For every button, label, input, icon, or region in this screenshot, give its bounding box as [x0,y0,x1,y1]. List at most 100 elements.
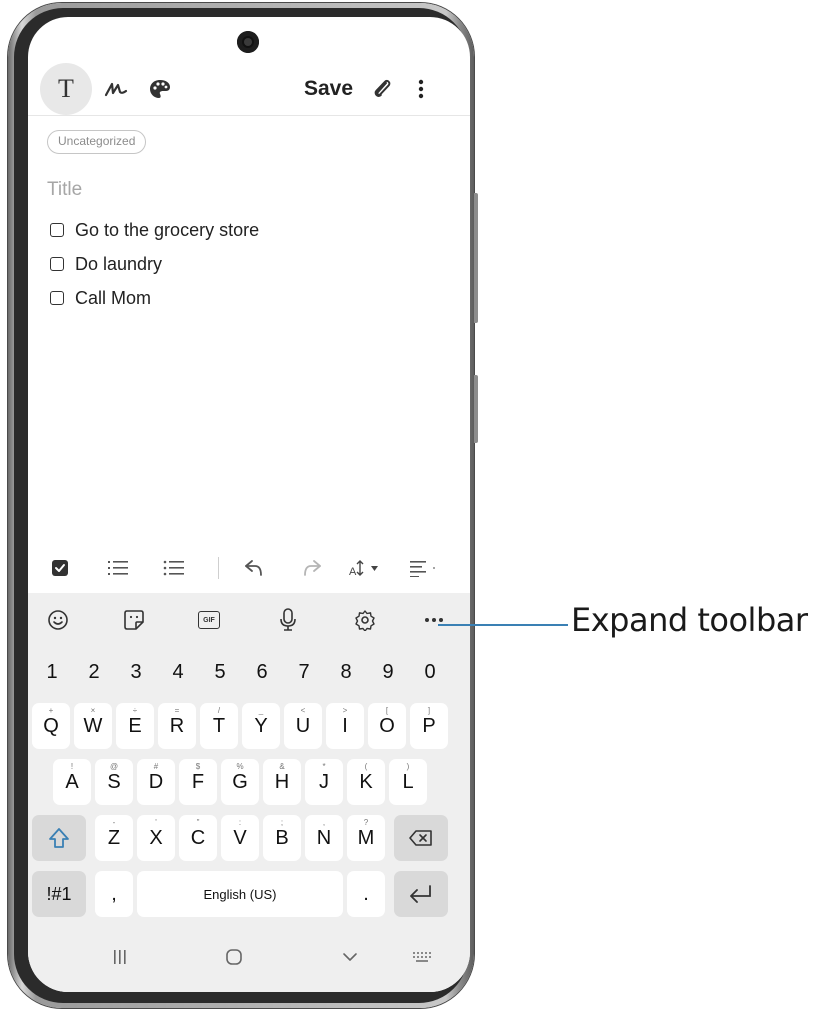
key-o[interactable]: [O [368,703,406,749]
comma-key[interactable]: , [95,871,133,917]
key-t[interactable]: / T [200,703,238,749]
checkbox[interactable] [50,291,64,305]
key-6[interactable]: 6 [242,649,282,695]
key-label: I [342,714,348,737]
key-p[interactable]: ] P [410,703,448,749]
key-7[interactable]: 7 [284,649,324,695]
key-hint: @ [109,762,119,771]
svg-text:A: A [349,566,357,578]
key-hint: & [279,762,285,771]
format-toolbar: A [28,540,470,596]
more-options-icon[interactable] [406,61,436,117]
save-button[interactable]: Save [304,61,353,117]
checkbox[interactable] [50,223,64,237]
key-k[interactable]: (K [347,759,385,805]
key-hint: ] [427,706,431,715]
backspace-key[interactable] [394,815,448,861]
period-key[interactable]: . [347,871,385,917]
checklist-item[interactable]: Go to the grocery store [50,218,259,242]
key-u[interactable]: < U [284,703,322,749]
text-mode-button[interactable]: T [40,63,92,115]
key-label: Q [43,714,59,737]
key-3[interactable]: 3 [116,649,156,695]
key-2[interactable]: 2 [74,649,114,695]
navigation-bar [28,927,470,987]
gif-label: GIF [198,611,220,629]
back-icon[interactable] [330,927,370,987]
key-c[interactable]: " C [179,815,217,861]
key-g[interactable]: % G [221,759,259,805]
home-icon[interactable] [214,927,254,987]
keyboard-switch-icon[interactable] [402,927,442,987]
text-size-icon[interactable]: A [346,540,392,596]
key-i[interactable]: > I [326,703,364,749]
checklist-item[interactable]: Do laundry [50,252,162,276]
microphone-icon[interactable] [268,593,308,647]
key-e[interactable]: ÷ E [116,703,154,749]
key-l[interactable]: ) L [389,759,427,805]
callout-line [438,624,568,626]
align-icon[interactable] [404,540,444,596]
checkbox[interactable] [50,257,64,271]
more-icon[interactable] [414,593,454,647]
key-label: O [379,714,395,737]
settings-icon[interactable] [345,593,385,647]
key-9[interactable]: 9 [368,649,408,695]
key-n[interactable]: ,N [305,815,343,861]
enter-key[interactable] [394,871,448,917]
key-hint: - [112,818,116,827]
key-hint: ; [280,818,284,827]
key-s[interactable]: @ S [95,759,133,805]
undo-icon[interactable] [238,540,270,596]
key-y[interactable]: _ Y [242,703,280,749]
callout-label: Expand toolbar [571,601,808,639]
key-z[interactable]: -Z [95,815,133,861]
key-1[interactable]: 1 [32,649,72,695]
key-hint: ) [406,762,410,771]
key-label: P [422,714,436,737]
attach-icon[interactable] [362,61,402,117]
checklist-item-text: Go to the grocery store [75,219,260,240]
key-0[interactable]: 0 [410,649,450,695]
space-key[interactable]: English (US) [137,871,343,917]
key-q[interactable]: + Q [32,703,70,749]
key-hint: [ [385,706,389,715]
sticker-icon[interactable] [114,593,154,647]
emoji-icon[interactable] [38,593,78,647]
checklist-item[interactable]: Call Mom [50,286,151,310]
symbols-key[interactable]: !#1 [32,871,86,917]
key-m[interactable]: ? M [347,815,385,861]
category-chip[interactable]: Uncategorized [47,130,147,154]
key-r[interactable]: = R [158,703,196,749]
key-h[interactable]: & H [263,759,301,805]
volume-button [474,193,478,323]
key-d[interactable]: # D [137,759,175,805]
key-b[interactable]: ; B [263,815,301,861]
key-hint: × [90,706,96,715]
format-divider [218,557,219,579]
checkbox-icon[interactable] [46,540,74,596]
key-a[interactable]: ! A [53,759,91,805]
key-label: C [190,826,206,849]
key-f[interactable]: $ F [179,759,217,805]
key-8[interactable]: 8 [326,649,366,695]
key-x[interactable]: ' X [137,815,175,861]
key-w[interactable]: × W [74,703,112,749]
palette-icon[interactable] [138,61,182,117]
handwriting-icon[interactable] [94,61,138,117]
key-label: Z [107,826,121,849]
key-v[interactable]: :V [221,815,259,861]
shift-key[interactable] [32,815,86,861]
redo-icon[interactable] [296,540,328,596]
key-4[interactable]: 4 [158,649,198,695]
gif-icon[interactable]: GIF [189,593,229,647]
key-j[interactable]: * J [305,759,343,805]
bullet-list-icon[interactable] [158,540,190,596]
recent-apps-icon[interactable] [100,927,140,987]
numbered-list-icon[interactable] [102,540,134,596]
key-hint: ' [155,818,157,827]
title-field[interactable]: Title [47,179,82,201]
key-label: A [65,770,79,793]
key-label: M [357,826,375,849]
key-5[interactable]: 5 [200,649,240,695]
